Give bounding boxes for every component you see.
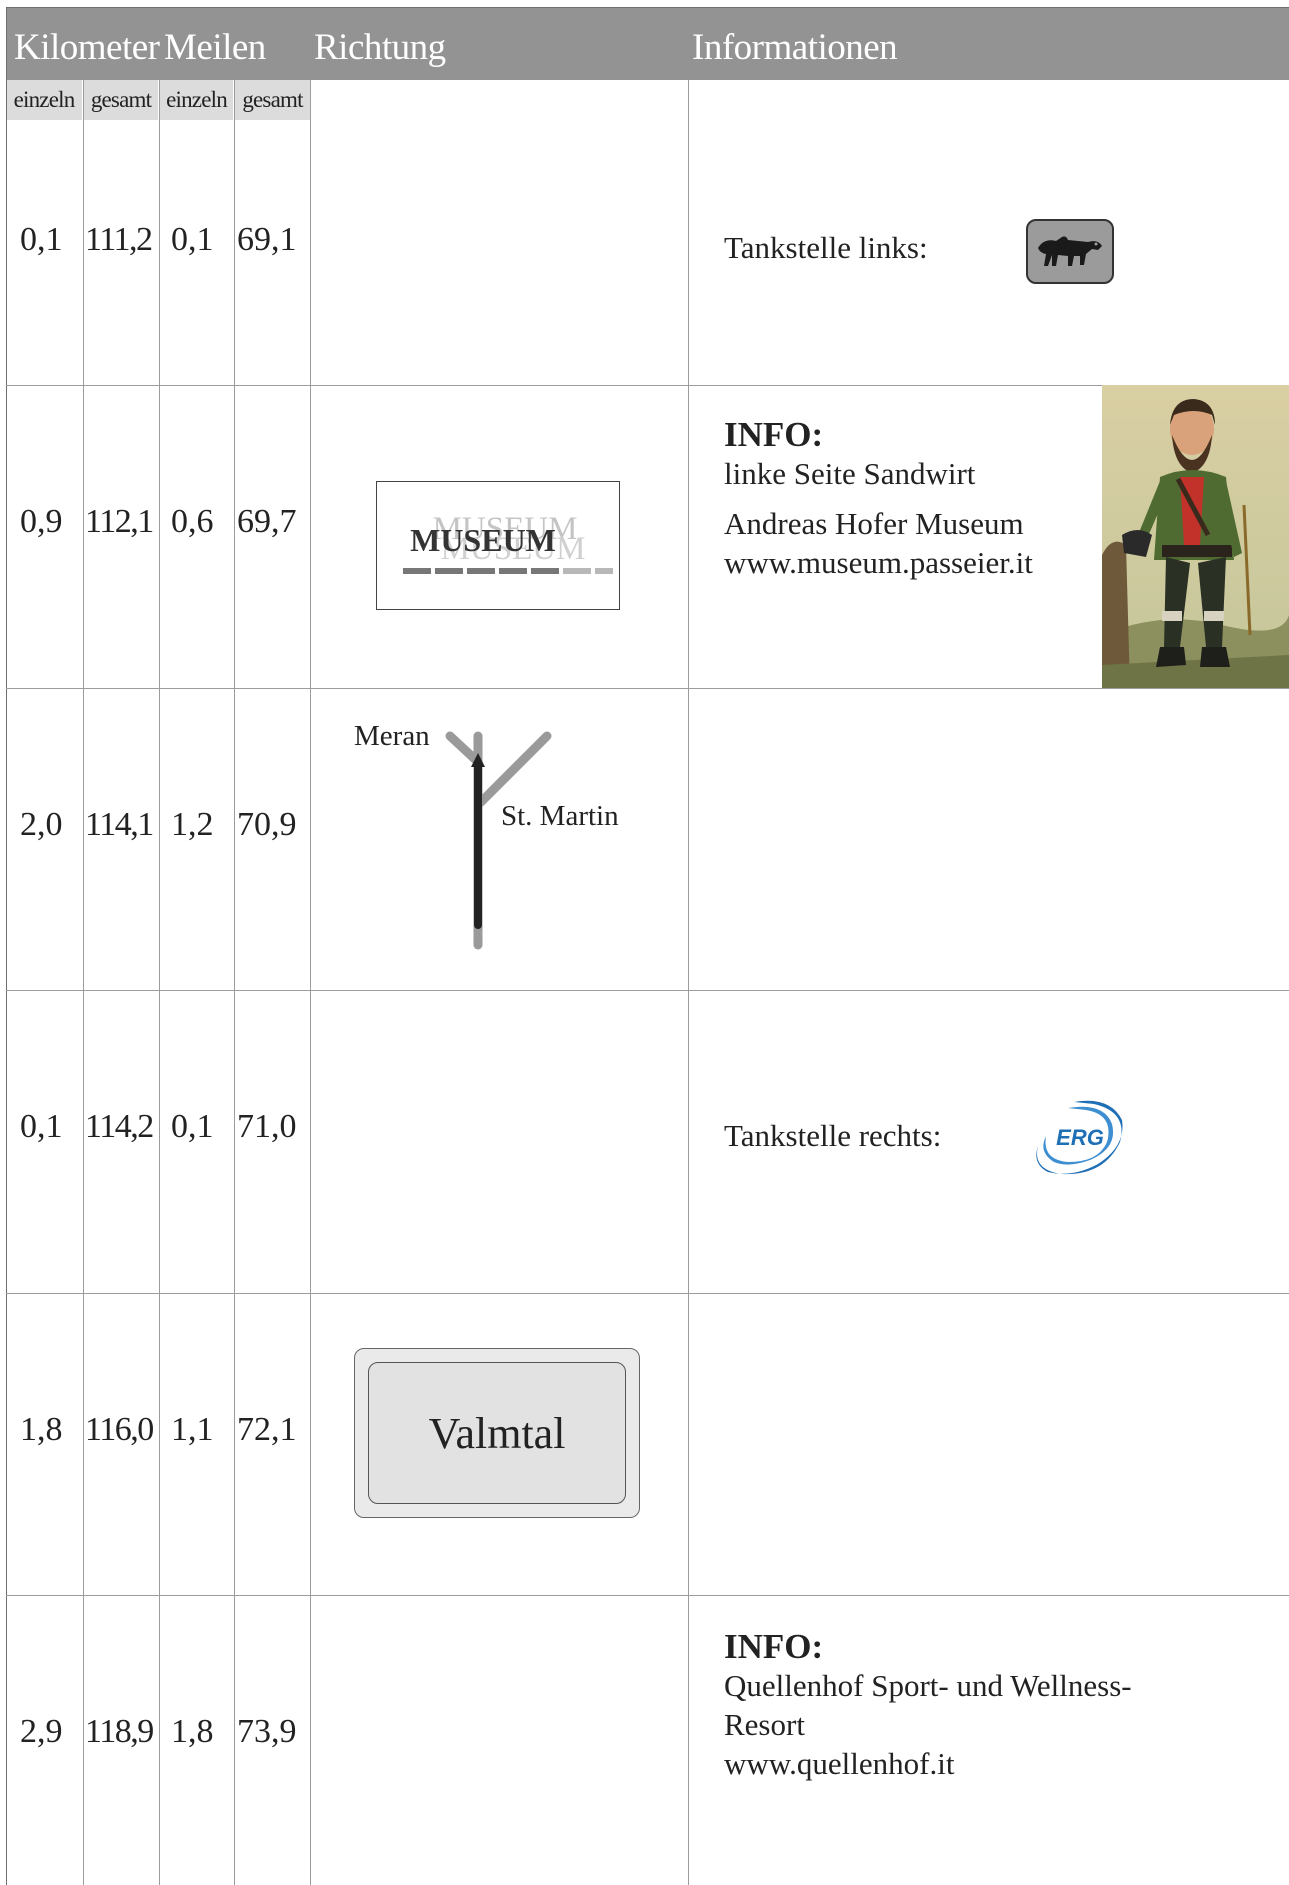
junction-label-meran: Meran [354,720,430,752]
museum-sign: MUSEUM MUSEUM MUSEUM [376,481,620,610]
row-divider [6,1293,1289,1294]
row-divider [6,688,1289,689]
mi-total: 72,1 [237,1411,297,1448]
info-line: linke Seite Sandwirt [724,456,976,491]
row-divider [6,385,1289,386]
km-total: 118,9 [85,1713,154,1750]
valmtal-sign: Valmtal [354,1348,640,1518]
header-direction: Richtung [314,27,446,68]
km-total: 114,1 [85,806,154,843]
km-single: 2,0 [20,806,63,843]
museum-sign-label: MUSEUM [410,522,556,558]
km-total: 114,2 [85,1108,154,1145]
info-link: www.museum.passeier.it [724,545,1033,580]
info-link: www.quellenhof.it [724,1746,955,1781]
grid-line [234,80,235,1885]
km-single: 2,9 [20,1713,63,1750]
header-kilometer: Kilometer [14,27,160,68]
valmtal-sign-label: Valmtal [368,1362,626,1504]
info-fuel-right: Tankstelle rechts: [724,1118,942,1153]
erg-logo-text: ERG [1056,1125,1104,1150]
roadbook-page: Kilometer Meilen Richtung Informationen … [0,0,1289,1885]
mi-total: 69,1 [237,221,297,258]
mi-total: 71,0 [237,1108,297,1145]
mi-total: 69,7 [237,503,297,540]
mi-single: 1,2 [171,806,214,843]
info-title: INFO: [724,415,824,454]
row-divider [6,990,1289,991]
km-total: 112,1 [85,503,154,540]
row-divider [6,1595,1289,1596]
grid-line [310,80,311,1885]
andreas-hofer-portrait [1102,385,1289,688]
grid-line [159,80,160,1885]
mi-single: 0,1 [171,221,214,258]
subheader-km-single: einzeln [6,80,82,120]
mi-total: 70,9 [237,806,297,843]
six-legged-dog-icon [1038,236,1102,266]
km-single: 0,9 [20,503,63,540]
grid-line [6,7,7,1885]
grid-line [688,80,689,1885]
mi-single: 1,8 [171,1713,214,1750]
subheader-mi-single: einzeln [160,80,233,120]
mi-single: 0,6 [171,503,214,540]
header-miles: Meilen [164,27,266,68]
info-line: Andreas Hofer Museum [724,506,1024,541]
info-line: Resort [724,1707,805,1742]
km-total: 116,0 [85,1411,154,1448]
info-block-quellenhof: INFO: Quellenhof Sport- und Wellness- Re… [724,1627,1132,1783]
subheader-mi-total: gesamt [235,80,310,120]
info-fuel-left: Tankstelle links: [724,230,928,265]
info-line: Quellenhof Sport- und Wellness- [724,1668,1132,1703]
museum-sign-graphic: MUSEUM MUSEUM MUSEUM [403,511,613,574]
junction-label-st-martin: St. Martin [501,800,619,832]
table-header: Kilometer Meilen Richtung Informationen [6,7,1289,80]
km-total: 111,2 [85,221,153,258]
info-title: INFO: [724,1627,824,1666]
km-single: 0,1 [20,1108,63,1145]
km-single: 1,8 [20,1411,63,1448]
erg-logo: ERG [1036,1100,1123,1175]
grid-line [83,80,84,1885]
mi-total: 73,9 [237,1713,297,1750]
info-block-museum: INFO: linke Seite Sandwirt Andreas Hofer… [724,415,1033,582]
mi-single: 0,1 [171,1108,214,1145]
eni-logo [1026,219,1114,284]
header-information: Informationen [692,27,898,68]
mi-single: 1,1 [171,1411,214,1448]
subheader-km-total: gesamt [84,80,158,120]
km-single: 0,1 [20,221,63,258]
